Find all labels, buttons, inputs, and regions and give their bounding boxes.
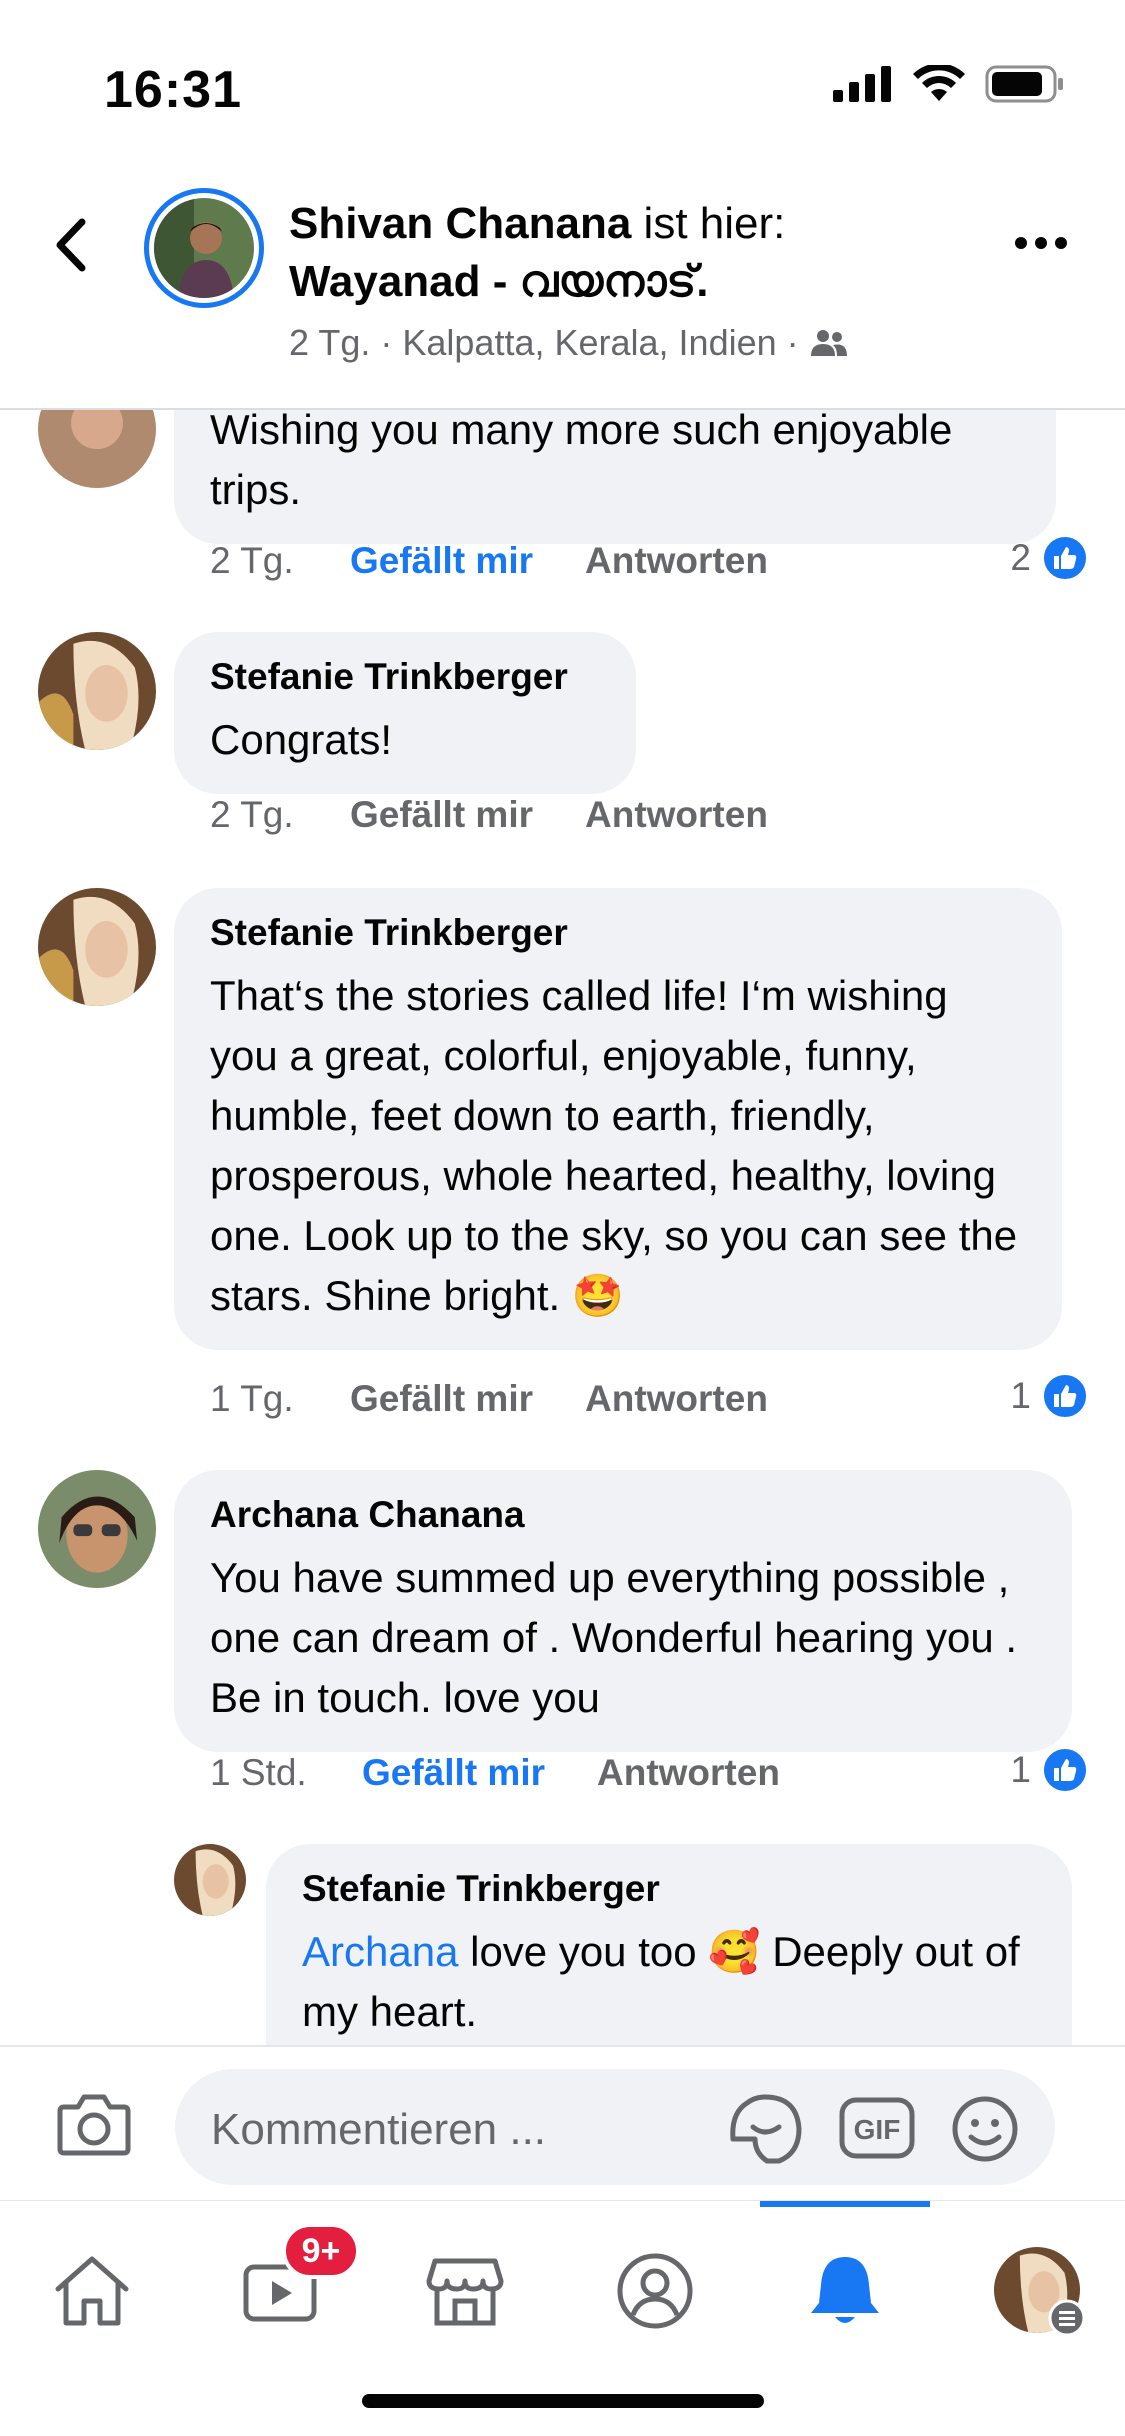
status-bar: 16:31 [0,0,1125,170]
like-count: 1 [1010,1375,1031,1416]
reply-bubble[interactable]: Stefanie Trinkberger Archana love you to… [266,1844,1072,2045]
reaction-count[interactable]: 2 [1010,534,1089,582]
like-button[interactable]: Gefällt mir [362,1752,545,1794]
commenter-avatar[interactable] [38,632,156,750]
tab-home[interactable] [42,2241,142,2341]
comment-bubble[interactable]: Archana Chanana You have summed up every… [174,1470,1072,1752]
comment-time: 2 Tg. [210,794,294,835]
comment-actions: 2 Tg. Gefällt mir Antworten [210,794,768,836]
like-reaction-icon [1041,1372,1089,1420]
battery-icon [985,65,1063,103]
menu-icon [1048,2299,1086,2337]
comment-actions: 2 Tg. Gefällt mir Antworten [210,540,768,582]
post-meta: 2 Tg. · Kalpatta, Kerala, Indien · [289,322,799,363]
friends-icon [810,330,847,356]
sticker-icon[interactable] [727,2093,803,2165]
reaction-count[interactable]: 1 [1010,1746,1089,1794]
like-reaction-icon [1041,534,1089,582]
like-reaction-icon [1041,1746,1089,1794]
comment-bubble[interactable]: Stefanie Trinkberger That‘s the stories … [174,888,1062,1350]
reply-avatar[interactable] [174,1844,246,1916]
reaction-count[interactable]: 1 [1010,1372,1089,1420]
author-avatar[interactable] [144,188,264,308]
like-count: 2 [1010,537,1031,578]
commenter-avatar[interactable] [38,1470,156,1588]
home-indicator [362,2394,764,2408]
comment-actions: 1 Tg. Gefällt mir Antworten [210,1378,768,1420]
status-time: 16:31 [104,61,242,119]
comments-list: Wishing you many more such enjoyable tri… [0,410,1125,2045]
post-checkin-verb: ist hier: [631,199,786,248]
more-options-icon[interactable] [1015,228,1075,258]
comment-text: Congrats! [210,716,393,763]
comment-time: 1 Tg. [210,1378,294,1419]
profile-icon [617,2253,693,2329]
home-icon [55,2256,129,2326]
back-arrow-icon[interactable] [44,210,104,280]
active-tab-indicator [760,2201,930,2207]
svg-text:GIF: GIF [854,2114,901,2145]
comment-composer: Kommentieren ... GIF [0,2045,1125,2200]
comment-text: Wishing you many more such enjoyable tri… [210,410,953,513]
cellular-signal-icon [833,66,891,102]
camera-icon[interactable] [56,2091,132,2157]
commenter-name[interactable]: Stefanie Trinkberger [302,1866,1036,1912]
commenter-avatar[interactable] [38,888,156,1006]
marketplace-icon [426,2258,504,2326]
commenter-name[interactable]: Stefanie Trinkberger [210,910,1026,956]
comment-bubble[interactable]: Stefanie Trinkberger Congrats! [174,632,636,794]
reply-button[interactable]: Antworten [585,540,768,582]
gif-icon[interactable]: GIF [839,2097,915,2159]
notification-badge: 9+ [282,2223,360,2279]
reply-button[interactable]: Antworten [585,1378,768,1420]
tab-menu[interactable] [982,2235,1092,2345]
like-count: 1 [1010,1749,1031,1790]
like-button[interactable]: Gefällt mir [350,1378,533,1420]
tab-notifications[interactable] [795,2241,895,2341]
comment-bubble[interactable]: Wishing you many more such enjoyable tri… [174,410,1056,544]
commenter-avatar[interactable] [38,410,156,488]
bell-icon [811,2257,879,2323]
commenter-name[interactable]: Stefanie Trinkberger [210,654,600,700]
comment-text: You have summed up everything possible ,… [210,1554,1018,1721]
mention-link[interactable]: Archana [302,1928,458,1975]
like-button[interactable]: Gefällt mir [350,794,533,836]
reply-button[interactable]: Antworten [585,794,768,836]
tab-profile[interactable] [605,2241,705,2341]
commenter-name[interactable]: Archana Chanana [210,1492,1036,1538]
comment-time: 2 Tg. [210,540,294,581]
emoji-icon[interactable] [951,2095,1019,2163]
comment-text: That‘s the stories called life! I‘m wish… [210,972,1018,1319]
like-button[interactable]: Gefällt mir [350,540,533,582]
comment-placeholder: Kommentieren ... [211,2105,547,2154]
post-header: Shivan Chanana ist hier: Wayanad - വയനാട… [0,170,1125,410]
comment-actions: 1 Std. Gefällt mir Antworten [210,1752,780,1794]
comment-time: 1 Std. [210,1752,307,1793]
comment-input[interactable]: Kommentieren ... GIF [175,2069,1055,2185]
post-place[interactable]: Wayanad - വയനാട്. [289,256,708,308]
post-author-name[interactable]: Shivan Chanana [289,199,631,248]
wifi-icon [913,65,965,101]
tab-marketplace[interactable] [415,2241,515,2341]
reply-button[interactable]: Antworten [597,1752,780,1794]
